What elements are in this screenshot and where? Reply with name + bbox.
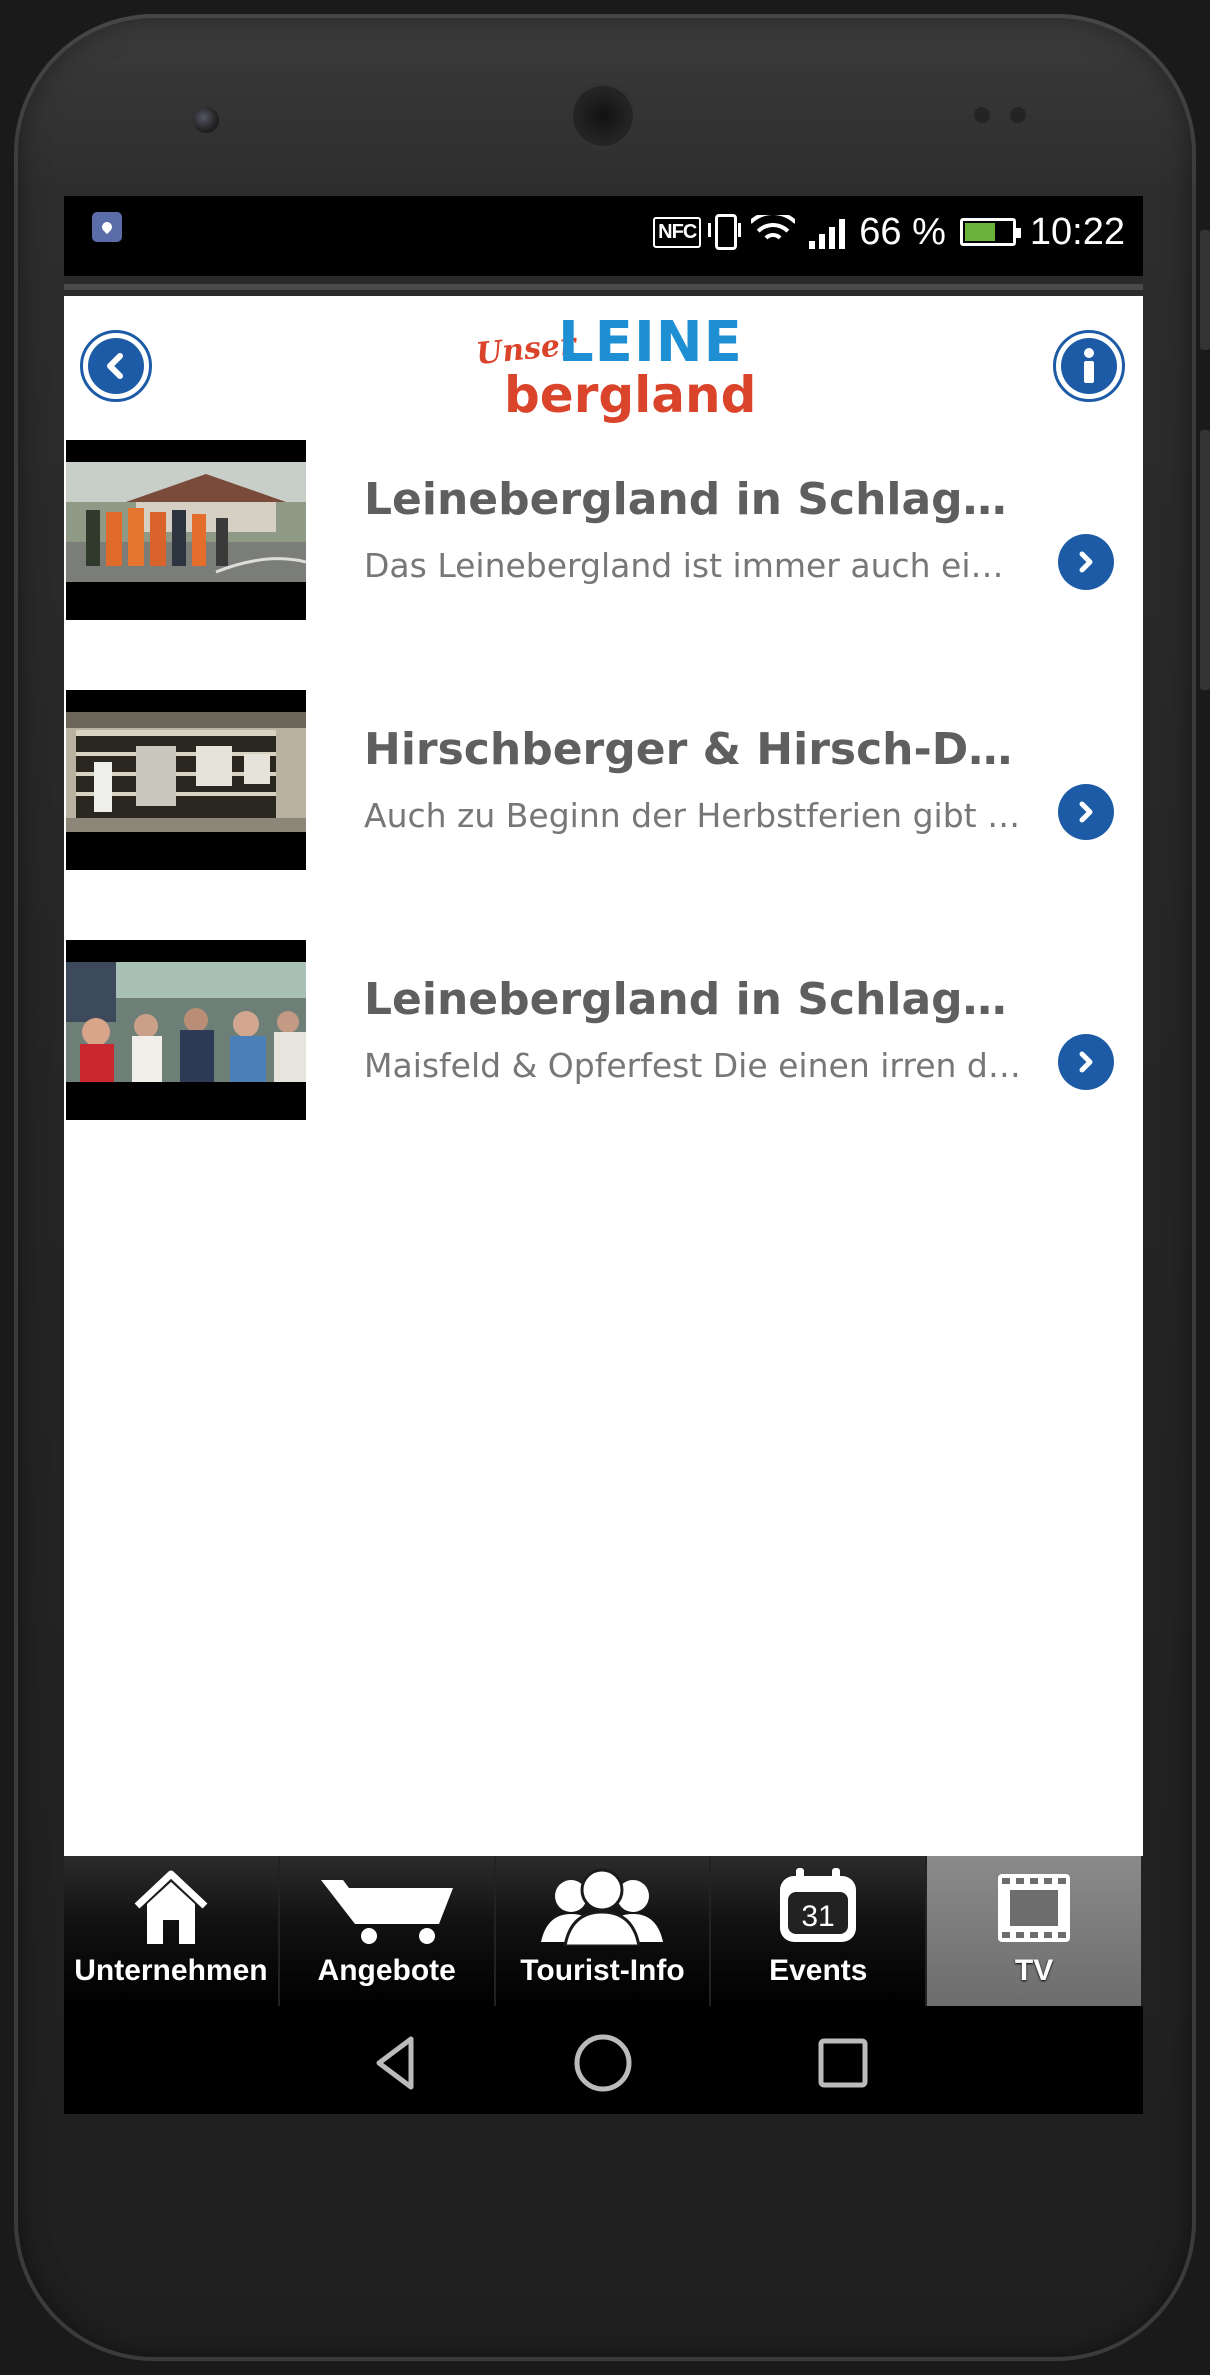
chevron-left-icon — [107, 353, 123, 379]
light-sensor — [1010, 107, 1026, 123]
tab-tv[interactable]: TV — [927, 1856, 1143, 2006]
bottom-tab-bar: Unternehmen Angebote Tourist-Info 31 Eve… — [64, 1856, 1143, 2006]
signal-icon — [809, 215, 846, 249]
status-divider — [64, 276, 1143, 296]
tab-angebote[interactable]: Angebote — [280, 1856, 496, 2006]
open-video-button[interactable] — [1058, 784, 1114, 840]
chevron-right-icon — [1079, 1051, 1093, 1073]
video-list: Leinebergland in Schlagzeile… Das Leineb… — [64, 438, 1143, 1188]
info-button[interactable] — [1053, 330, 1125, 402]
video-title: Hirschberger & Hirsch-Drog… — [364, 724, 1024, 775]
film-icon — [998, 1874, 1071, 1942]
back-triangle-icon — [376, 2036, 414, 2090]
app-header: Unser LEINE bergland — [64, 296, 1143, 438]
calendar-day-text: 31 — [802, 1900, 835, 1933]
video-description: Das Leinebergland ist immer auch eine … — [364, 546, 1024, 585]
battery-percent: 66 % — [859, 210, 946, 253]
nfc-icon: NFC — [653, 216, 702, 248]
vibrate-icon — [708, 214, 742, 250]
chevron-right-icon — [1079, 801, 1093, 823]
chevron-right-icon — [1079, 551, 1093, 573]
app-logo: Unser LEINE bergland — [474, 310, 757, 424]
calendar-icon: 31 — [780, 1868, 857, 1942]
video-list-item[interactable]: Hirschberger & Hirsch-Drog… Auch zu Begi… — [64, 688, 1143, 938]
nav-recents-button[interactable] — [808, 2028, 878, 2098]
home-icon — [134, 1870, 208, 1944]
tab-tourist-info[interactable]: Tourist-Info — [496, 1856, 712, 2006]
video-description: Auch zu Beginn der Herbstferien gibt es… — [364, 796, 1024, 835]
people-icon — [541, 1868, 664, 1946]
clock: 10:22 — [1029, 210, 1125, 253]
recents-square-icon — [818, 2038, 868, 2088]
front-camera — [193, 107, 219, 133]
volume-button — [1200, 430, 1210, 690]
tab-events[interactable]: 31 Events — [711, 1856, 928, 2006]
open-video-button[interactable] — [1058, 534, 1114, 590]
status-bar: NFC 66 % 10:22 — [64, 196, 1143, 276]
earpiece-speaker — [573, 86, 633, 146]
video-description: Maisfeld & Opferfest Die einen irren dur… — [364, 1046, 1024, 1085]
system-nav-bar — [64, 2006, 1143, 2114]
video-list-item[interactable]: Leinebergland in Schlagzeile… Das Leineb… — [64, 438, 1143, 688]
wifi-icon — [751, 215, 796, 249]
video-thumbnail — [66, 440, 306, 620]
video-title: Leinebergland in Schlagzeile… — [364, 474, 1024, 525]
video-thumbnail — [66, 690, 306, 870]
nav-home-button[interactable] — [568, 2028, 638, 2098]
side-button-top — [1200, 230, 1210, 350]
video-thumbnail — [66, 940, 306, 1120]
info-icon — [1084, 348, 1094, 383]
nav-back-button[interactable] — [360, 2028, 430, 2098]
tab-unternehmen[interactable]: Unternehmen — [64, 1856, 280, 2006]
open-video-button[interactable] — [1058, 1034, 1114, 1090]
home-circle-icon — [574, 2034, 632, 2092]
map-pin-icon — [92, 212, 122, 242]
battery-icon — [959, 218, 1021, 246]
back-button[interactable] — [80, 330, 152, 402]
proximity-sensor — [974, 107, 990, 123]
video-title: Leinebergland in Schlagzeile… — [364, 974, 1024, 1025]
video-list-item[interactable]: Leinebergland in Schlagzeile… Maisfeld &… — [64, 938, 1143, 1188]
cart-icon — [320, 1880, 453, 1944]
